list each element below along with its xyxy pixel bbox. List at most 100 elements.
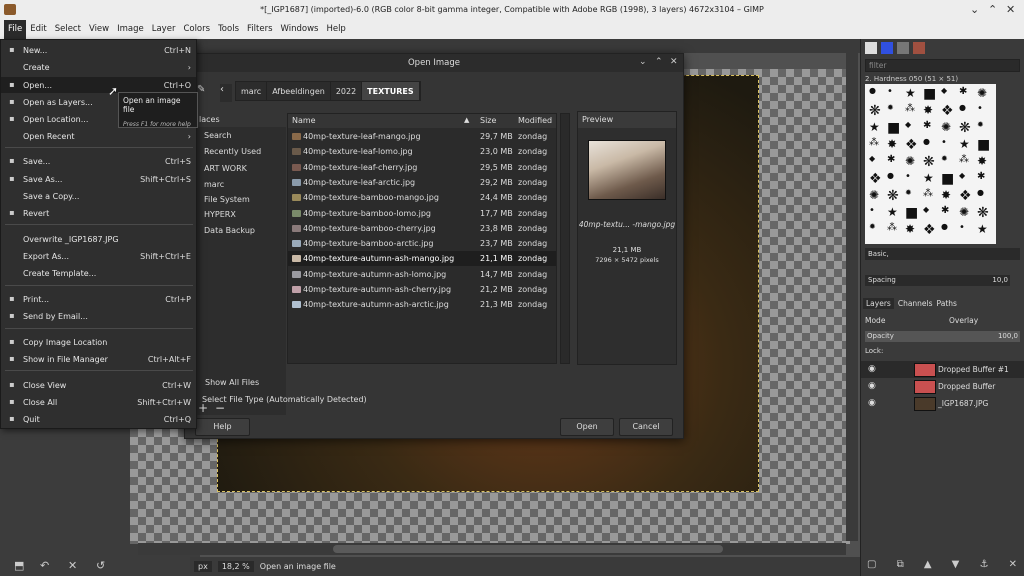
brush-preset-icon[interactable]: ◆ [905,120,911,129]
brush-preset-icon[interactable]: ❖ [923,222,936,238]
file-row[interactable]: 40mp-texture-bamboo-arctic.jpg 23,7 MB zon… [288,236,556,251]
brush-preset-icon[interactable]: ❋ [977,205,989,221]
file-menu-item[interactable]: ▪ Save... Ctrl+S [1,153,196,169]
brush-preset-icon[interactable]: ● [887,171,894,180]
lower-layer-icon[interactable]: ▼ [952,559,960,570]
unit-select[interactable]: px [194,561,212,572]
layer-row[interactable]: ◉ Dropped Buffer [861,378,1024,395]
tab-channels[interactable]: Channels [898,299,933,308]
col-modified[interactable]: Modified [518,116,552,125]
brush-preset-icon[interactable]: ❋ [887,188,899,204]
file-menu-item[interactable]: ▪ Copy Image Location [1,334,196,350]
file-row[interactable]: 40mp-texture-bamboo-lomo.jpg 17,7 MB zonda… [288,206,556,221]
brush-preset-icon[interactable]: ◆ [869,154,875,163]
patterns-tab-icon[interactable] [881,42,893,54]
anchor-icon[interactable]: ⚓ [980,559,989,570]
brush-preset-icon[interactable]: ✺ [977,86,987,100]
brush-preset-icon[interactable]: ★ [869,120,880,134]
file-list-scrollbar[interactable] [560,113,570,364]
brush-preset-icon[interactable]: • [905,171,911,182]
menu-image[interactable]: Image [113,20,148,39]
layer-row[interactable]: ◉ _IGP1687.JPG [861,395,1024,412]
brush-preset-icon[interactable]: ✱ [959,86,967,97]
brush-preset-icon[interactable]: ⁂ [923,188,933,199]
brush-preset-icon[interactable]: • [887,86,893,97]
menu-layer[interactable]: Layer [148,20,180,39]
brush-preset-icon[interactable]: ✸ [923,103,933,117]
brush-preset-icon[interactable]: ◆ [941,86,947,95]
reset-icon[interactable]: ↺ [96,559,105,572]
zoom-select[interactable]: 18,2 % [217,561,254,572]
file-row[interactable]: 40mp-texture-bamboo-mango.jpg 24,4 MB zond… [288,190,556,205]
export-icon[interactable]: ⬒ [14,559,24,572]
maximize-icon[interactable]: ⌃ [988,3,997,16]
file-menu-item[interactable]: ▪ Send by Email... [1,308,196,324]
duplicate-layer-icon[interactable]: ⧉ [897,559,904,570]
brush-preset-icon[interactable]: ❋ [923,154,935,170]
file-row[interactable]: 40mp-texture-autumn-ash-cherry.jpg 21,2 M… [288,282,556,297]
place-item[interactable]: Search [204,131,231,140]
brush-preset-icon[interactable]: ✺ [959,205,969,219]
cancel-button[interactable]: Cancel [619,418,673,436]
brush-grid[interactable]: ● • ★ ■ ◆ ✱ ✺ ❋ ✹ ⁂ ✸ ❖ ● • ★ ■ ◆ ✱ ✺ ❋ ✹ ⁂ ✸ ❖ ● • ★ ■ ◆ ✱ ✺ ❋ ✹ ⁂ ✸ ❖ ● • ★ ■… [865,84,996,244]
delete-icon[interactable]: ✕ [68,559,77,572]
file-row[interactable]: 40mp-texture-bamboo-cherry.jpg 23,8 MB zon… [288,221,556,236]
new-layer-icon[interactable]: ▢ [867,559,876,570]
brush-preset-icon[interactable]: ● [941,222,948,231]
brush-preset-icon[interactable]: ● [977,188,984,197]
brush-preset-icon[interactable]: ✹ [977,120,984,129]
brush-preset-icon[interactable]: ❖ [941,103,954,119]
brush-preset-icon[interactable]: ✹ [905,188,912,197]
menu-help[interactable]: Help [322,20,349,39]
brush-preset-icon[interactable]: ⁂ [959,154,969,165]
col-size[interactable]: Size [480,116,496,125]
horizontal-scrollbar[interactable] [138,543,846,555]
brush-set-select[interactable]: Basic, [865,248,1020,260]
file-row[interactable]: 40mp-texture-leaf-lomo.jpg 23,0 MB zondag [288,144,556,159]
brush-preset-icon[interactable]: ✹ [869,222,876,231]
file-row[interactable]: 40mp-texture-autumn-ash-mango.jpg 21,1 MB… [288,251,556,267]
visibility-eye-icon[interactable]: ◉ [868,381,876,391]
menu-file[interactable]: File [4,20,27,39]
brush-preset-icon[interactable]: ◆ [959,171,965,180]
file-menu-item[interactable]: Create Template... [1,265,196,281]
menu-edit[interactable]: Edit [26,20,50,39]
brush-preset-icon[interactable]: ❖ [959,188,972,204]
place-item[interactable]: Data Backup [204,226,255,235]
file-row[interactable]: 40mp-texture-leaf-arctic.jpg 29,2 MB zonda… [288,175,556,190]
brush-filter-input[interactable]: filter [865,59,1020,72]
place-item[interactable]: Recently Used [204,147,261,156]
brush-preset-icon[interactable]: • [977,103,983,114]
file-row[interactable]: 40mp-texture-leaf-cherry.jpg 29,5 MB zonda… [288,160,556,175]
file-type-expander[interactable]: Select File Type (Automatically Detected… [202,395,367,404]
brush-preset-icon[interactable]: ★ [977,222,988,236]
brush-preset-icon[interactable]: ■ [923,86,936,102]
place-item[interactable]: File System [204,195,250,204]
brush-preset-icon[interactable]: • [959,222,965,233]
open-button[interactable]: Open [560,418,614,436]
file-row[interactable]: 40mp-texture-leaf-mango.jpg 29,7 MB zondag [288,129,556,144]
place-item[interactable]: HYPERX [204,210,236,219]
file-menu-item[interactable]: ▪ New... Ctrl+N [1,42,196,58]
file-menu-item[interactable]: ▪ Revert [1,205,196,221]
brush-preset-icon[interactable]: • [869,205,875,216]
brush-preset-icon[interactable]: ✱ [923,120,931,131]
col-name[interactable]: Name [292,116,316,125]
dialog-minimize-icon[interactable]: ⌄ [639,57,647,67]
show-all-files-checkbox[interactable]: Show All Files [205,378,259,387]
file-menu-item[interactable]: ▪ Close All Shift+Ctrl+W [1,394,196,410]
file-menu-item[interactable]: Open Recent › [1,128,196,144]
menu-select[interactable]: Select [51,20,85,39]
place-item[interactable]: marc [204,180,224,189]
file-menu-item[interactable]: ▪ Show in File Manager Ctrl+Alt+F [1,351,196,367]
brush-preset-icon[interactable]: ✺ [905,154,915,168]
file-menu-item[interactable]: Overwrite _IGP1687.JPG [1,231,196,247]
file-menu-item[interactable]: ▪ Open... Ctrl+O [1,77,196,93]
breadcrumb-item[interactable]: Afbeeldingen [267,82,331,100]
tab-paths[interactable]: Paths [937,299,957,308]
menu-windows[interactable]: Windows [277,20,323,39]
help-button[interactable]: Help [195,418,250,436]
file-menu-item[interactable]: Save a Copy... [1,188,196,204]
file-row[interactable]: 40mp-texture-autumn-ash-lomo.jpg 14,7 MB z… [288,267,556,282]
visibility-eye-icon[interactable]: ◉ [868,398,876,408]
